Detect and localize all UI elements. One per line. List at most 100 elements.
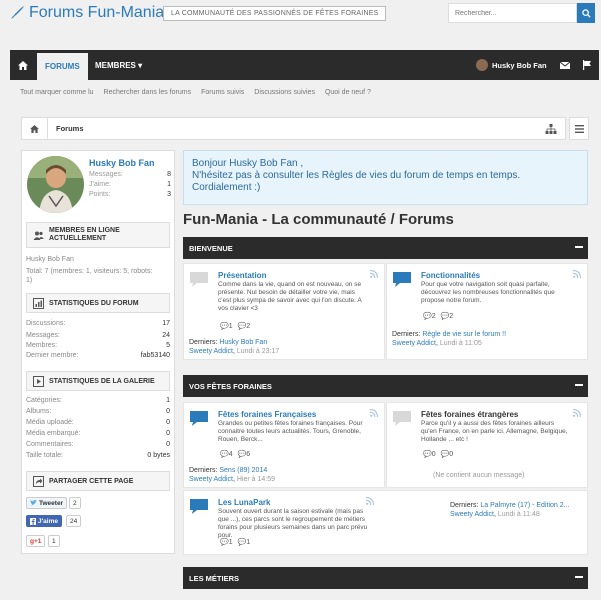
last-thread-link[interactable]: Husky Bob Fan [219, 339, 267, 346]
collapse-icon[interactable] [575, 384, 583, 386]
forum-node: Fêtes foraines étrangères Parce qu'il y … [386, 402, 588, 488]
online-total-cont: 1) [26, 277, 33, 284]
newest-member-link[interactable]: fab53140 [141, 352, 170, 359]
subnav-watched-threads[interactable]: Discussions suivies [254, 89, 315, 96]
rss-icon[interactable] [573, 270, 581, 278]
tab-membres[interactable]: MEMBRES ▾ [87, 50, 150, 80]
title-line: MEMBRES EN LIGNE [49, 227, 120, 234]
subnav-search-forums[interactable]: Rechercher dans les forums [104, 89, 192, 96]
discussions-icon: 💬 [220, 323, 229, 330]
online-member-link[interactable]: Husky Bob Fan [26, 256, 74, 263]
gallery-stats-header: STATISTIQUES DE LA GALERIE [26, 371, 170, 391]
breadcrumb-menu-button[interactable] [569, 117, 589, 140]
rss-icon[interactable] [366, 497, 374, 505]
category-header-metiers[interactable]: LES MÉTIERS [183, 567, 588, 589]
last-thread-link[interactable]: Règle de vie sur le forum !! [422, 331, 506, 338]
home-icon [30, 124, 39, 133]
notice-line: Cordialement :) [192, 182, 261, 193]
speech-bubble-icon [393, 272, 411, 287]
stat-value: 0 bytes [147, 452, 170, 459]
messages-count: 1 [246, 539, 251, 546]
forum-stats: 💬0 💬0 [423, 450, 453, 458]
rss-icon[interactable] [370, 270, 378, 278]
tab-forums[interactable]: FORUMS [37, 50, 88, 80]
category-header-fetes-foraines[interactable]: VOS FÊTES FORAINES [183, 375, 588, 397]
last-thread-link[interactable]: Sens (89) 2014 [219, 467, 267, 474]
site-logo[interactable]: Forums Fun-Mania [9, 4, 164, 22]
tweet-button[interactable]: Tweeter [26, 497, 68, 509]
title-line: ACTUELLEMENT [49, 235, 107, 242]
facebook-like-button[interactable]: J'aime [26, 515, 62, 527]
nav-home-button[interactable] [10, 50, 36, 80]
last-user-link[interactable]: Sweety Addict [392, 340, 436, 347]
last-user-link[interactable]: Sweety Addict [189, 476, 233, 483]
forum-title-fonctionnalites[interactable]: Fonctionnalités [421, 271, 480, 280]
subnav-mark-read[interactable]: Tout marquer comme lu [20, 89, 94, 96]
discussions-count: 2 [431, 313, 436, 320]
rss-icon[interactable] [370, 409, 378, 417]
search-input[interactable] [448, 3, 577, 23]
stat-label: Discussions: [26, 320, 66, 327]
google-plus-count: 1 [48, 535, 60, 547]
breadcrumb-forums[interactable]: Forums [56, 124, 84, 133]
forum-title-lunapark[interactable]: Les LunaPark [218, 498, 270, 507]
notice-line: N'hésitez pas à consulter les Règles de … [192, 170, 521, 181]
stat-label: Catégories: [26, 397, 62, 404]
forum-title-presentation[interactable]: Présentation [218, 271, 266, 280]
google-plus-button[interactable]: g+1 [26, 535, 46, 547]
flag-icon[interactable] [581, 59, 593, 71]
forum-node: Les LunaPark Souvent ouvert durant la sa… [183, 490, 588, 555]
stat-value: 0 [166, 408, 170, 415]
visitor-name[interactable]: Husky Bob Fan [89, 158, 155, 168]
messages-icon: 💬 [237, 451, 247, 458]
gallery-stat-row: Média embarqué: 0 [26, 430, 170, 437]
forum-description: Grandes ou petites fêtes foraines frança… [218, 420, 363, 443]
share-icon [33, 475, 44, 487]
forum-node: Fonctionnalités Pour que votre navigatio… [386, 263, 588, 360]
messages-icon: 💬 [237, 323, 247, 330]
forum-node: Fêtes foraines Françaises Grandes ou pet… [183, 402, 385, 488]
search-button[interactable] [577, 3, 595, 23]
discussions-count: 4 [228, 451, 233, 458]
collapse-icon[interactable] [575, 576, 583, 578]
last-post-time: Hier à 14:59 [236, 476, 275, 483]
twitter-icon [30, 500, 37, 506]
stat-label: Messages: [89, 171, 123, 178]
category-header-bienvenue[interactable]: BIENVENUE [183, 237, 588, 259]
stat-label: Média embarqué: [26, 430, 81, 437]
last-post-time: Lundi à 11:05 [439, 340, 482, 347]
last-user-link[interactable]: Sweety Addict [189, 348, 233, 355]
last-user-link[interactable]: Sweety Addict [450, 511, 494, 518]
stat-label: Messages: [26, 332, 60, 339]
envelope-icon[interactable] [559, 59, 571, 71]
site-tagline: LA COMMUNAUTÉ DES PASSIONNÉS DE FÊTES FO… [163, 6, 387, 21]
subnav-watched-forums[interactable]: Forums suivis [201, 89, 244, 96]
subnav-whats-new[interactable]: Quoi de neuf ? [325, 89, 371, 96]
sitemap-icon[interactable] [544, 122, 558, 136]
forum-title-fetes-etrangeres[interactable]: Fêtes foraines étrangères [421, 410, 518, 419]
share-header: PARTAGER CETTE PAGE [26, 471, 170, 491]
last-thread-link[interactable]: La Palmyre (17) - Edition 2... [480, 502, 569, 509]
avatar[interactable] [27, 156, 84, 213]
nav-user-name: Husky Bob Fan [492, 60, 547, 70]
forum-title-fetes-francaises[interactable]: Fêtes foraines Françaises [218, 410, 316, 419]
forum-last-post: Derniers: Husky Bob Fan Sweety Addict, L… [189, 339, 280, 355]
facebook-like-label: J'aime [38, 517, 58, 525]
main-navbar: FORUMS MEMBRES ▾ Husky Bob Fan [10, 50, 599, 80]
nav-user-menu[interactable]: Husky Bob Fan [476, 50, 547, 80]
facebook-like-count: 24 [66, 515, 82, 527]
gallery-stat-row: Albums: 0 [26, 408, 170, 415]
stat-value: 5 [166, 342, 170, 349]
stat-label: Média uploadé: [26, 419, 74, 426]
rss-icon[interactable] [573, 409, 581, 417]
forum-description: Pour que votre navigation soit quasi par… [421, 281, 555, 304]
stat-label: Points: [89, 191, 111, 198]
forum-last-post: Derniers: Sens (89) 2014 Sweety Addict, … [189, 467, 275, 483]
forum-last-post: Derniers: Règle de vie sur le forum !! S… [392, 331, 507, 347]
facebook-icon [30, 517, 36, 525]
home-icon [18, 60, 28, 70]
category-title: LES MÉTIERS [189, 573, 240, 583]
collapse-icon[interactable] [575, 246, 583, 248]
breadcrumb-home[interactable] [22, 118, 48, 139]
visitor-stat-points: Points: 3 [89, 191, 171, 198]
